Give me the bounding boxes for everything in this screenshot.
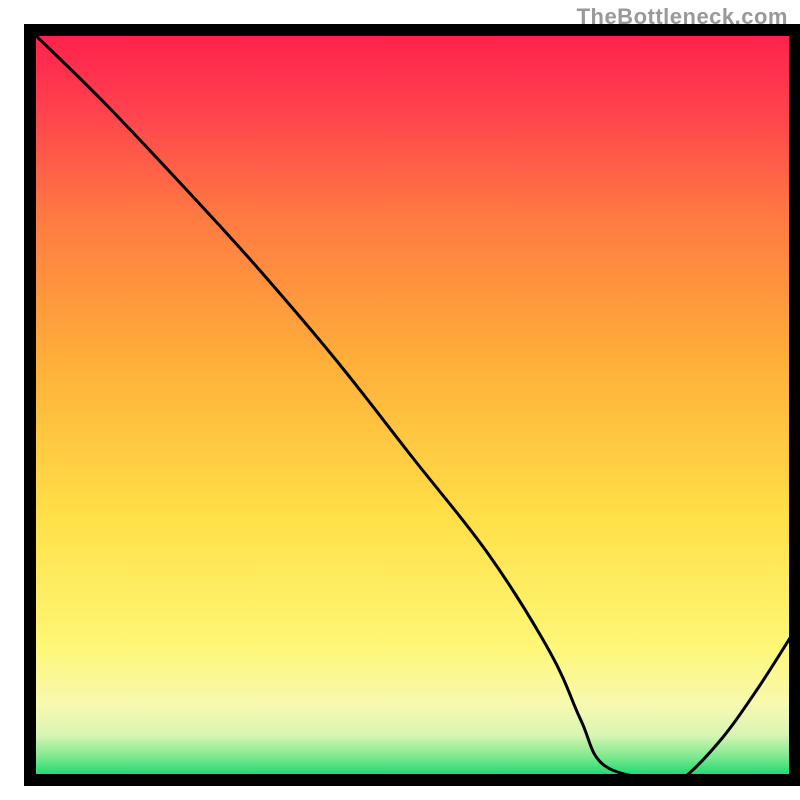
- gradient-background: [30, 30, 795, 780]
- chart-container: TheBottleneck.com: [0, 0, 800, 800]
- bottleneck-chart: [0, 0, 800, 800]
- watermark-text: TheBottleneck.com: [577, 4, 788, 30]
